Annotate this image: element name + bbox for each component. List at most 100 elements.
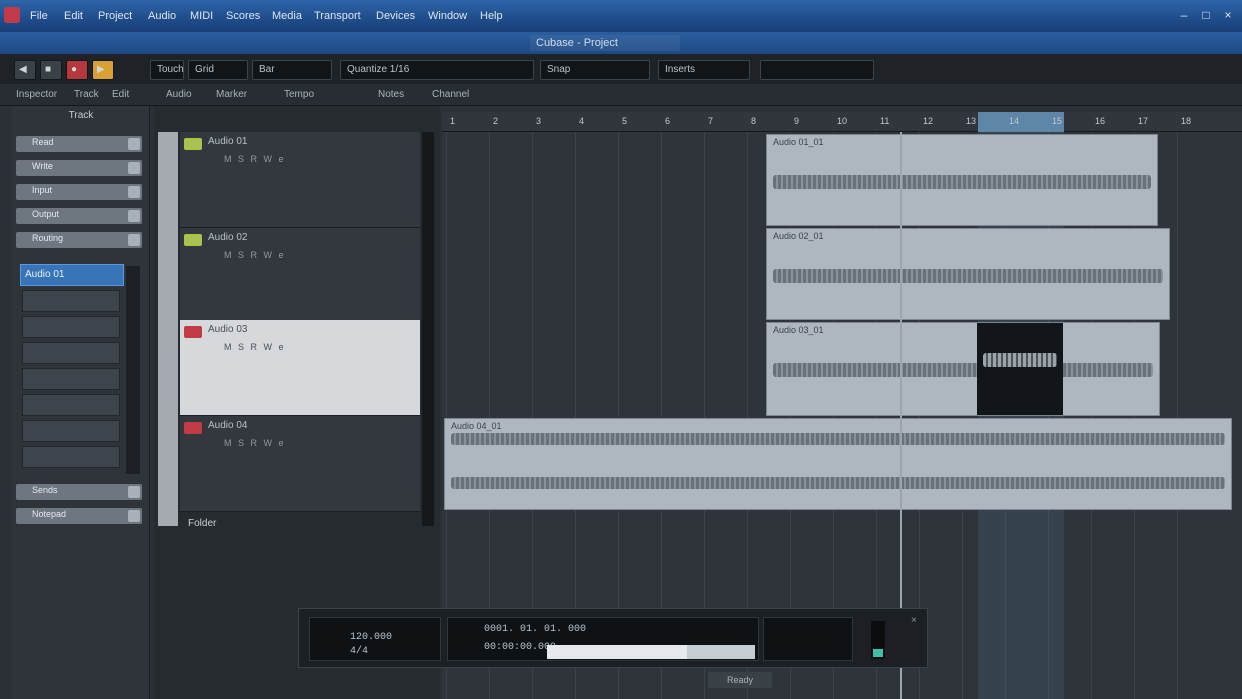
audio-clip-3[interactable]: Audio 03_01 [766, 322, 1160, 416]
inspector-selected-slot[interactable]: Audio 01 [20, 264, 124, 286]
dropdown-icon [128, 486, 140, 498]
folder-track-label[interactable]: Folder [188, 518, 216, 529]
insert-slot[interactable] [22, 342, 120, 364]
menu-media[interactable]: Media [266, 9, 308, 23]
menu-scores[interactable]: Scores [220, 9, 266, 23]
track-color-tag [184, 422, 202, 434]
inspector-scrollbar[interactable] [126, 266, 140, 474]
track-controls[interactable]: M S R W e [224, 250, 286, 260]
inspector-row-sends[interactable]: Sends [16, 484, 142, 500]
subbar-item-inspector[interactable]: Inspector [16, 88, 57, 102]
track-row-4[interactable]: Audio 04 M S R W e [180, 416, 420, 512]
dropdown-icon [128, 186, 140, 198]
track-controls[interactable]: M S R W e [224, 438, 286, 448]
position-slider-fill [547, 645, 687, 659]
ruler-bar-number: 12 [923, 116, 934, 126]
subbar-item-audio[interactable]: Audio [166, 88, 192, 102]
inspector-row-input[interactable]: Input [16, 184, 142, 200]
audio-clip-2[interactable]: Audio 02_01 [766, 228, 1170, 320]
inspector-row-read[interactable]: Read [16, 136, 142, 152]
inspector-row-label: Input [32, 185, 53, 195]
ruler-bar-number: 1 [450, 116, 456, 126]
inspector-row-notepad[interactable]: Notepad [16, 508, 142, 524]
secondary-toolbar: Inspector Track Edit Audio Marker Tempo … [0, 84, 1242, 106]
minimize-icon[interactable]: – [1176, 8, 1192, 22]
menu-edit[interactable]: Edit [58, 9, 89, 23]
inspector-row-output[interactable]: Output [16, 208, 142, 224]
inspector-row-routing[interactable]: Routing [16, 232, 142, 248]
menu-devices[interactable]: Devices [370, 9, 421, 23]
audio-clip-4[interactable]: Audio 04_01 [444, 418, 1232, 510]
menu-transport[interactable]: Transport [308, 9, 367, 23]
position-slider[interactable] [547, 645, 755, 659]
waveform [773, 175, 1151, 189]
close-icon[interactable]: × [1220, 8, 1236, 22]
subbar-item-channel[interactable]: Channel [432, 88, 469, 102]
subbar-item-edit[interactable]: Edit [112, 88, 129, 102]
output-level-meter [871, 621, 885, 659]
ruler-bar-number: 8 [751, 116, 757, 126]
ruler-bar-number: 5 [622, 116, 628, 126]
primary-time-display[interactable]: 0001. 01. 01. 000 [484, 624, 586, 635]
title-bar: File Edit Project Audio MIDI Scores Medi… [0, 0, 1242, 32]
subbar-item-tempo[interactable]: Tempo [284, 88, 314, 102]
menu-project[interactable]: Project [92, 9, 138, 23]
audio-clip-1[interactable]: Audio 01_01 [766, 134, 1158, 226]
play-button[interactable]: ▶ [92, 60, 114, 80]
track-name[interactable]: Audio 04 [208, 420, 247, 431]
track-controls[interactable]: M S R W e [224, 154, 286, 164]
record-button[interactable]: ● [66, 60, 88, 80]
track-name[interactable]: Audio 02 [208, 232, 247, 243]
grid-type-select[interactable]: Grid [188, 60, 248, 80]
track-row-3-selected[interactable]: Audio 03 M S R W e [180, 320, 420, 416]
ruler-bar-number: 7 [708, 116, 714, 126]
maximize-icon[interactable]: □ [1198, 8, 1214, 22]
ruler-bar-number: 2 [493, 116, 499, 126]
menu-midi[interactable]: MIDI [184, 9, 219, 23]
ruler-bar-number: 3 [536, 116, 542, 126]
ruler-bar-number: 9 [794, 116, 800, 126]
secondary-time-display[interactable]: 00:00:00.000 [484, 642, 556, 653]
menu-help[interactable]: Help [474, 9, 509, 23]
inserts-select[interactable]: Inserts [658, 60, 750, 80]
insert-slot[interactable] [22, 446, 120, 468]
track-row-1[interactable]: Audio 01 M S R W e [180, 132, 420, 228]
grid-line [1177, 132, 1178, 699]
stop-button[interactable]: ■ [40, 60, 62, 80]
close-icon[interactable]: × [911, 615, 923, 627]
track-controls[interactable]: M S R W e [224, 342, 286, 352]
insert-slot[interactable] [22, 316, 120, 338]
insert-slot[interactable] [22, 420, 120, 442]
toolbar-extra-field[interactable] [760, 60, 874, 80]
tempo-display[interactable]: 120.000 [350, 632, 392, 643]
timeline-ruler[interactable]: 1 2 3 4 5 6 7 8 9 10 11 12 13 14 15 16 17 18 [442, 112, 1242, 132]
clip-name: Audio 03_01 [773, 325, 824, 335]
ruler-bar-number: 18 [1181, 116, 1192, 126]
inspector-row-label: Sends [32, 485, 58, 495]
insert-slot[interactable] [22, 368, 120, 390]
menu-window[interactable]: Window [422, 9, 473, 23]
track-list-scrollbar[interactable] [422, 132, 434, 526]
subbar-item-track[interactable]: Track [74, 88, 99, 102]
selected-range[interactable] [977, 323, 1063, 415]
track-row-2[interactable]: Audio 02 M S R W e [180, 228, 420, 324]
subbar-item-notes[interactable]: Notes [378, 88, 404, 102]
track-name[interactable]: Audio 03 [208, 324, 247, 335]
track-name[interactable]: Audio 01 [208, 136, 247, 147]
quantize-select[interactable]: Quantize 1/16 [340, 60, 534, 80]
automation-mode-select[interactable]: Touch [150, 60, 184, 80]
signature-display[interactable]: 4/4 [350, 646, 368, 657]
grid-value-select[interactable]: Bar [252, 60, 332, 80]
inspector-row-label: Notepad [32, 509, 67, 519]
insert-slot[interactable] [22, 290, 120, 312]
menu-audio[interactable]: Audio [142, 9, 182, 23]
track-color-tag [184, 326, 202, 338]
inspector-row-write[interactable]: Write [16, 160, 142, 176]
snap-select[interactable]: Snap [540, 60, 650, 80]
rewind-button[interactable]: ◀ [14, 60, 36, 80]
insert-slot[interactable] [22, 394, 120, 416]
track-color-tag [184, 234, 202, 246]
menu-file[interactable]: File [24, 9, 54, 23]
subbar-item-marker[interactable]: Marker [216, 88, 247, 102]
dropdown-icon [128, 510, 140, 522]
